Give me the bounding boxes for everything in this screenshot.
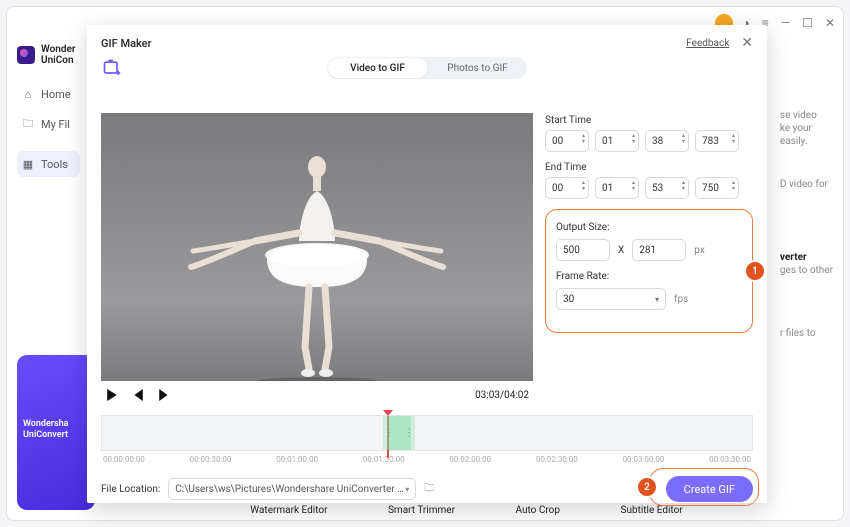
create-gif-button[interactable]: Create GIF — [666, 476, 753, 502]
add-file-button[interactable] — [101, 57, 123, 79]
bg-tile-snippets: se videoke youreasily. D video for verte… — [780, 109, 833, 340]
end-time-label: End Time — [545, 162, 753, 173]
tool-subtitle[interactable]: Subtitle Editor — [621, 505, 683, 516]
home-icon: ⌂ — [21, 87, 35, 101]
open-folder-button[interactable]: 🗀 — [424, 481, 434, 498]
video-content-illustration — [187, 137, 447, 381]
timeline-ticks: 00:00:00:0000:00:30:0000:01:00:0000:01:3… — [101, 455, 753, 464]
video-controls: 03:03/04:02 — [101, 381, 533, 409]
tools-row: Watermark Editor Smart Trimmer Auto Crop… — [80, 505, 833, 516]
tools-icon: ▦ — [21, 157, 35, 171]
output-height-input[interactable]: 281 — [632, 239, 686, 261]
output-settings-group: Output Size: 500 X 281 px Frame Rate: 30… — [545, 209, 753, 333]
end-hour-stepper[interactable]: 00▴▾ — [545, 177, 589, 199]
start-min-stepper[interactable]: 01▴▾ — [595, 130, 639, 152]
fps-label: fps — [674, 294, 688, 305]
file-location-label: File Location: — [101, 484, 160, 495]
close-icon[interactable]: ✕ — [741, 35, 753, 51]
feedback-link[interactable]: Feedback — [686, 38, 729, 49]
end-sec-stepper[interactable]: 53▴▾ — [645, 177, 689, 199]
time-display: 03:03/04:02 — [475, 390, 529, 401]
output-width-input[interactable]: 500 — [556, 239, 610, 261]
folder-icon: 🗀 — [21, 117, 35, 131]
timeline: 00:00:00:0000:00:30:0000:01:00:0000:01:3… — [87, 409, 767, 464]
sidebar-item-files[interactable]: 🗀 My Fil — [17, 111, 80, 137]
tab-photos-to-gif[interactable]: Photos to GIF — [428, 57, 527, 79]
annotation-1: 1 — [746, 262, 764, 280]
timeline-track[interactable] — [101, 415, 753, 451]
logo-icon — [17, 46, 35, 64]
output-size-label: Output Size: — [556, 222, 742, 233]
prev-frame-button[interactable] — [131, 388, 145, 402]
next-frame-button[interactable] — [157, 388, 171, 402]
start-ms-stepper[interactable]: 783▴▾ — [695, 130, 739, 152]
gif-maker-dialog: GIF Maker Feedback ✕ Video to GIF Photos… — [87, 25, 767, 503]
sidebar-item-home[interactable]: ⌂ Home — [17, 81, 80, 107]
chevron-down-icon: ▾ — [655, 295, 659, 304]
app-logo: WonderUniCon — [17, 43, 80, 67]
timeline-selection[interactable] — [383, 416, 415, 450]
frame-rate-select[interactable]: 30▾ — [556, 288, 666, 310]
end-ms-stepper[interactable]: 750▴▾ — [695, 177, 739, 199]
file-location-select[interactable]: C:\Users\ws\Pictures\Wondershare UniConv… — [168, 478, 416, 500]
play-button[interactable] — [105, 388, 119, 402]
tool-autocrop[interactable]: Auto Crop — [516, 505, 560, 516]
px-label: px — [694, 245, 705, 256]
sidebar-item-label: Home — [41, 88, 71, 101]
sidebar-item-label: Tools — [41, 158, 68, 171]
start-time-label: Start Time — [545, 115, 753, 126]
frame-rate-label: Frame Rate: — [556, 271, 742, 282]
start-hour-stepper[interactable]: 00▴▾ — [545, 130, 589, 152]
annotation-2: 2 — [638, 478, 656, 496]
tool-trimmer[interactable]: Smart Trimmer — [388, 505, 455, 516]
end-min-stepper[interactable]: 01▴▾ — [595, 177, 639, 199]
chevron-down-icon: ▾ — [405, 485, 409, 494]
sidebar-item-tools[interactable]: ▦ Tools — [17, 151, 80, 177]
tool-watermark[interactable]: Watermark Editor — [250, 505, 327, 516]
dimension-separator: X — [618, 245, 624, 256]
maximize-icon[interactable]: ☐ — [802, 16, 813, 30]
video-preview[interactable] — [101, 113, 533, 381]
close-window-icon[interactable]: ✕ — [825, 16, 835, 30]
minimize-icon[interactable]: — — [781, 16, 790, 30]
sidebar-item-label: My Fil — [41, 118, 70, 131]
dialog-title: GIF Maker — [101, 37, 152, 50]
tab-video-to-gif[interactable]: Video to GIF — [328, 58, 427, 78]
start-sec-stepper[interactable]: 38▴▾ — [645, 130, 689, 152]
settings-panel: Start Time 00▴▾ 01▴▾ 38▴▾ 783▴▾ End Time… — [545, 113, 753, 409]
mode-tabs: Video to GIF Photos to GIF — [327, 57, 527, 79]
sidebar: WonderUniCon ⌂ Home 🗀 My Fil ▦ Tools Won… — [7, 39, 80, 520]
